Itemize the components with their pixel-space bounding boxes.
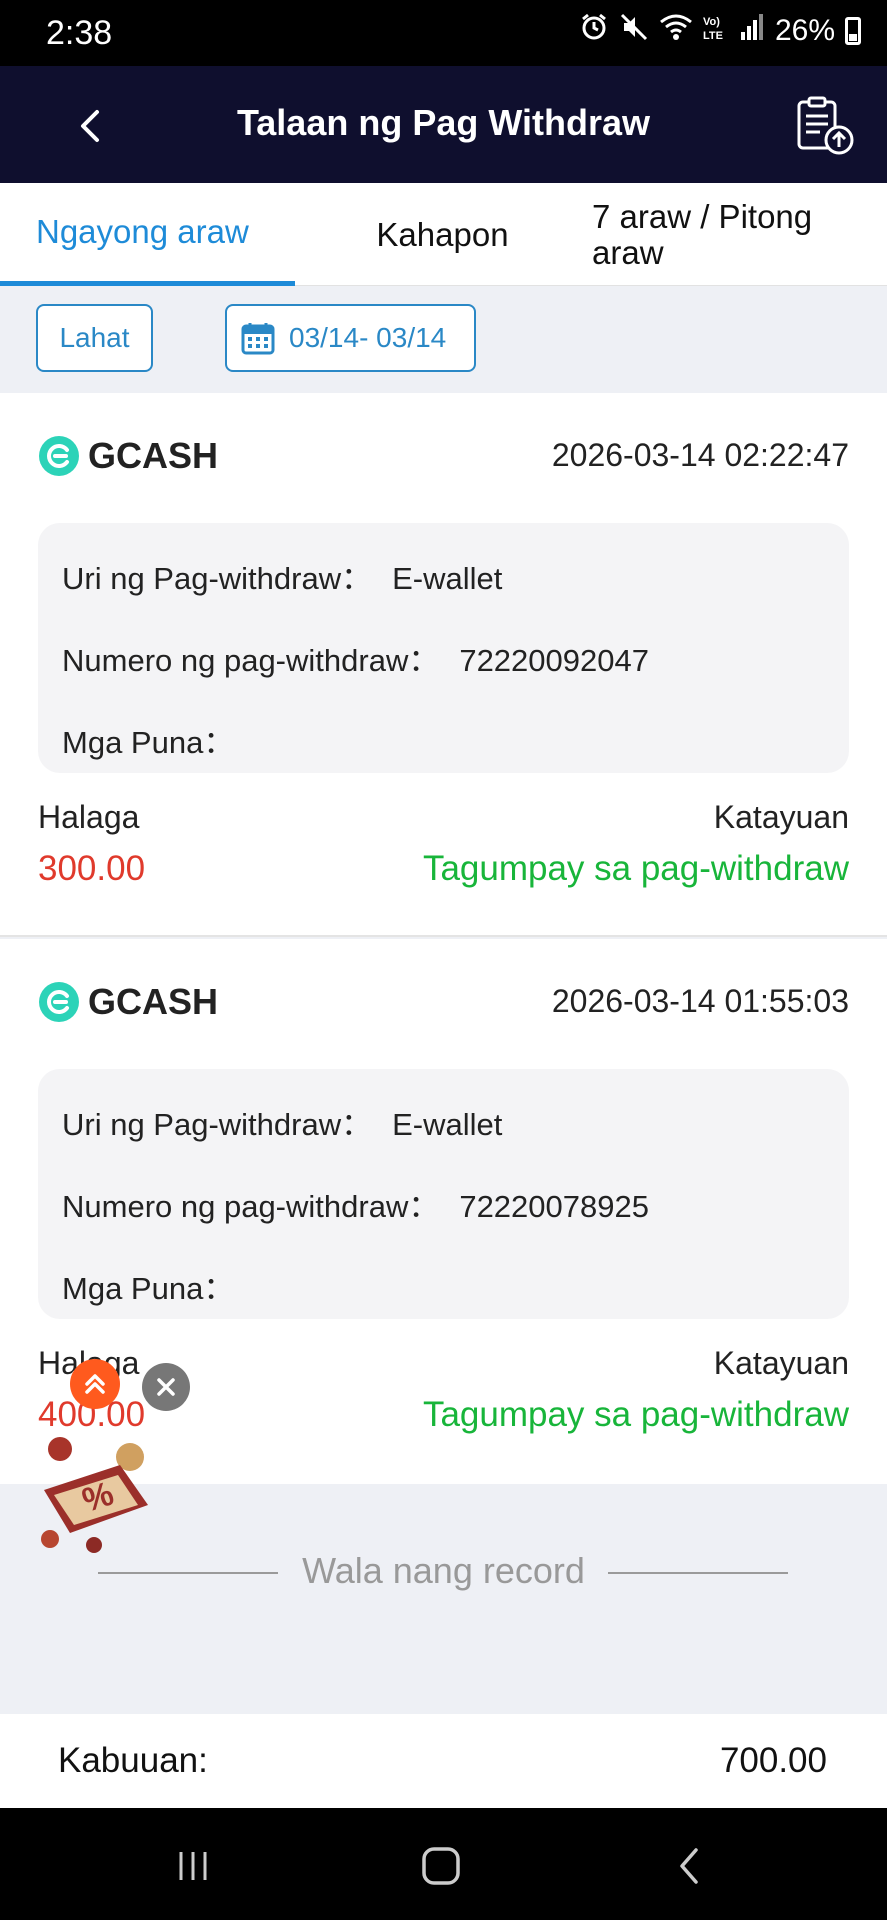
status-value: Tagumpay sa pag-withdraw — [422, 849, 849, 888]
withdraw-number-label: Numero ng pag-withdraw： — [62, 1189, 440, 1224]
no-more-records-text: Wala nang record — [302, 1550, 585, 1591]
record-datetime: 2026-03-14 01:55:03 — [551, 983, 849, 1019]
home-icon — [422, 1847, 460, 1885]
status-label: Katayuan — [713, 799, 849, 835]
date-range-text: 03/14- 03/14 — [289, 322, 447, 353]
filter-all-button[interactable]: Lahat — [36, 304, 153, 372]
home-button[interactable] — [411, 1838, 471, 1894]
withdraw-type-value: E-wallet — [392, 1107, 503, 1142]
status-bar: 2:38 Vo) LTE 26% — [0, 0, 887, 66]
total-bar: Kabuuan: 700.00 — [0, 1714, 887, 1808]
floating-promo: % — [30, 1355, 200, 1555]
promo-close-button[interactable] — [142, 1363, 190, 1411]
tab-today[interactable]: Ngayong araw — [0, 183, 295, 286]
withdraw-type-row: Uri ng Pag-withdraw： E-wallet — [62, 1099, 502, 1144]
recents-icon — [179, 1852, 207, 1880]
remarks-row: Mga Puna： — [62, 1263, 254, 1308]
remarks-label: Mga Puna： — [62, 1271, 235, 1306]
divider-right — [608, 1572, 788, 1574]
withdraw-type-label: Uri ng Pag-withdraw： — [62, 1107, 373, 1142]
status-value: Tagumpay sa pag-withdraw — [422, 1395, 849, 1434]
svg-text:LTE: LTE — [703, 30, 723, 42]
remarks-row: Mga Puna： — [62, 717, 254, 762]
withdraw-number-row: Numero ng pag-withdraw： 72220092047 — [62, 635, 649, 680]
signal-icon — [739, 12, 765, 50]
withdraw-number-row: Numero ng pag-withdraw： 72220078925 — [62, 1181, 649, 1226]
app-header: Talaan ng Pag Withdraw — [0, 66, 887, 183]
withdraw-record: GCASH 2026-03-14 02:22:47 Uri ng Pag-wit… — [0, 393, 887, 937]
battery-icon — [845, 17, 861, 45]
filter-bar: Lahat 03/14- 03/14 — [0, 286, 887, 393]
mute-icon — [619, 12, 649, 50]
date-range-button[interactable]: 03/14- 03/14 — [225, 304, 476, 372]
withdraw-type-value: E-wallet — [392, 561, 503, 596]
gift-box-icon[interactable]: % — [30, 1435, 160, 1555]
provider-name: GCASH — [88, 435, 219, 476]
withdraw-number-label: Numero ng pag-withdraw： — [62, 643, 440, 678]
clipboard-upload-icon — [797, 96, 854, 155]
record-details: Uri ng Pag-withdraw： E-wallet Numero ng p… — [38, 1069, 849, 1319]
close-icon — [157, 1378, 175, 1396]
double-chevron-up-icon — [85, 1374, 105, 1394]
svg-text:Vo): Vo) — [703, 16, 720, 28]
back-icon — [680, 1848, 698, 1884]
status-label: Katayuan — [713, 1345, 849, 1381]
volte-icon: Vo) LTE — [703, 12, 729, 50]
tab-seven-days[interactable]: 7 araw / Pitong araw — [590, 183, 887, 286]
total-label: Kabuuan: — [58, 1741, 208, 1780]
tab-yesterday[interactable]: Kahapon — [295, 183, 590, 286]
withdraw-type-row: Uri ng Pag-withdraw： E-wallet — [62, 553, 502, 598]
alarm-icon — [579, 12, 609, 50]
promo-expand-button[interactable] — [70, 1359, 120, 1409]
amount-label: Halaga — [38, 799, 140, 835]
amount-value: 300.00 — [38, 849, 146, 888]
record-provider: GCASH — [38, 435, 218, 477]
recents-button[interactable] — [163, 1838, 223, 1894]
record-details: Uri ng Pag-withdraw： E-wallet Numero ng p… — [38, 523, 849, 773]
page-title: Talaan ng Pag Withdraw — [236, 102, 651, 143]
gcash-logo-icon — [39, 982, 79, 1022]
clipboard-upload-button[interactable] — [793, 94, 857, 158]
remarks-label: Mga Puna： — [62, 725, 235, 760]
period-tabs: Ngayong araw Kahapon 7 araw / Pitong ara… — [0, 183, 887, 286]
withdraw-type-label: Uri ng Pag-withdraw： — [62, 561, 373, 596]
calendar-icon — [241, 323, 275, 355]
withdraw-number-value: 72220092047 — [459, 643, 649, 678]
record-datetime: 2026-03-14 02:22:47 — [551, 437, 849, 473]
gcash-logo-icon — [39, 436, 79, 476]
total-value: 700.00 — [719, 1741, 827, 1780]
system-back-button[interactable] — [660, 1838, 720, 1894]
provider-name: GCASH — [88, 981, 219, 1022]
status-time: 2:38 — [46, 14, 113, 52]
system-nav-bar — [0, 1808, 887, 1920]
withdraw-number-value: 72220078925 — [459, 1189, 649, 1224]
record-provider: GCASH — [38, 981, 218, 1023]
wifi-icon — [659, 12, 693, 50]
battery-text: 26% — [774, 14, 835, 47]
status-icons: Vo) LTE 26% — [579, 12, 861, 50]
